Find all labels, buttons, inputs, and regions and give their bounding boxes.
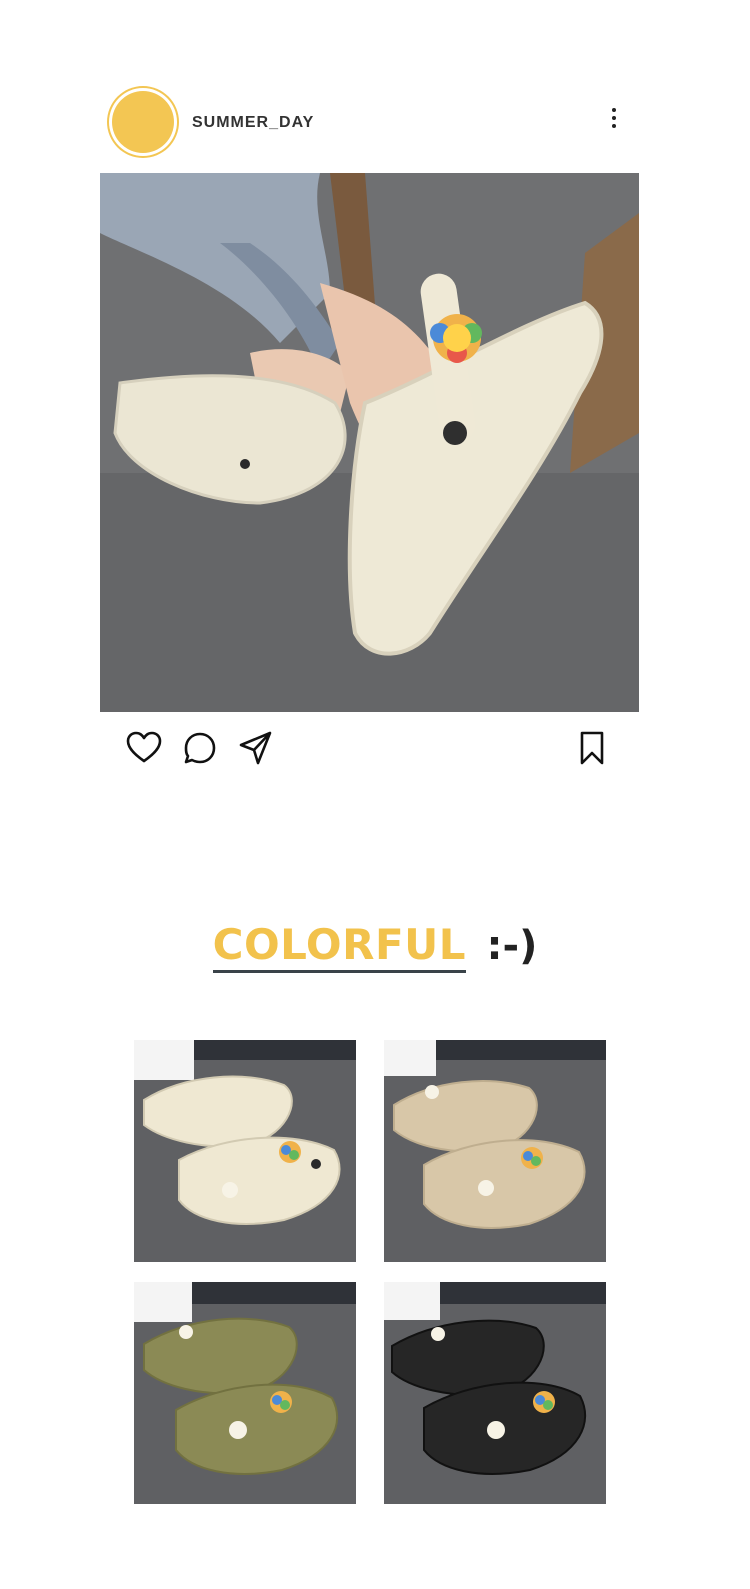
post-action-bar [122, 728, 612, 772]
variant-tile-khaki[interactable] [384, 1040, 606, 1262]
section-heading: COLORFUL :-) [0, 920, 750, 990]
post-photo [100, 173, 639, 712]
heart-icon[interactable] [124, 728, 164, 768]
variant-tile-olive[interactable] [134, 1282, 356, 1504]
variant-tile-black[interactable] [384, 1282, 606, 1504]
variant-tile-cream[interactable] [134, 1040, 356, 1262]
color-variant-grid [134, 1040, 606, 1504]
username[interactable]: SUMMER_DAY [192, 114, 314, 132]
share-icon[interactable] [236, 728, 276, 768]
comment-icon[interactable] [180, 728, 220, 768]
more-vertical-icon[interactable] [606, 106, 622, 134]
title-underline [212, 970, 467, 973]
post-header: SUMMER_DAY [110, 88, 640, 160]
section-title: COLORFUL [212, 920, 467, 973]
emoticon: :-) [486, 923, 538, 969]
avatar[interactable] [112, 91, 174, 153]
bookmark-icon[interactable] [572, 728, 612, 768]
